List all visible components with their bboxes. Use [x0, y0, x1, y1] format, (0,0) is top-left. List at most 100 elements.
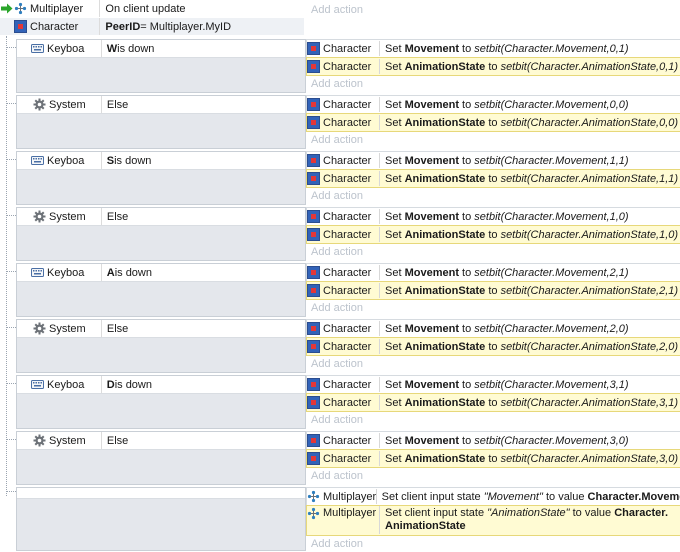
action-mid: to: [485, 116, 501, 129]
action-mid: to: [458, 210, 475, 223]
action-bold: Character.Movement: [587, 490, 680, 503]
add-action-link[interactable]: Add action: [306, 131, 680, 148]
add-action-link[interactable]: Add action: [306, 355, 680, 372]
condition-row[interactable]: Keyboard D is down: [17, 376, 305, 394]
sub-event[interactable]: System Else: [16, 319, 306, 373]
action-object: Character: [307, 115, 380, 130]
add-action-link[interactable]: Add action: [306, 535, 680, 552]
action-row[interactable]: Character Set Movement to setbit(Characte…: [306, 207, 680, 226]
action-row[interactable]: Character Set AnimationState to setbit(Ch…: [306, 169, 680, 188]
condition-bold-text: PeerID: [105, 20, 141, 33]
action-mid: to: [485, 340, 501, 353]
condition-object: System: [17, 96, 85, 113]
condition-row[interactable]: System Else: [17, 432, 305, 450]
condition-row[interactable]: Keyboard A is down: [17, 264, 305, 282]
condition-object: System: [17, 320, 85, 337]
action-object: Character: [307, 377, 380, 392]
condition-object: Keyboard: [17, 264, 85, 281]
action-object-name: Character: [323, 172, 372, 185]
tree-branch: [6, 327, 16, 328]
add-action-link[interactable]: Add action: [306, 299, 680, 316]
sub-event[interactable]: System Else: [16, 95, 306, 149]
condition-row[interactable]: System Else: [17, 320, 305, 338]
action-row[interactable]: Multiplayer Set client input state "Movem…: [306, 487, 680, 506]
add-action-link[interactable]: Add action: [306, 467, 680, 484]
condition-rest-text: is down: [114, 266, 152, 279]
action-object-name: Character: [323, 434, 372, 447]
action-text: Set AnimationState to setbit(Character.A…: [380, 397, 678, 409]
condition-row[interactable]: Keyboard W is down: [17, 40, 305, 58]
sub-event[interactable]: [16, 487, 306, 551]
action-bold: AnimationState: [404, 396, 486, 409]
action-row[interactable]: Character Set Movement to setbit(Characte…: [306, 319, 680, 338]
gear-icon: [33, 434, 46, 447]
action-row[interactable]: Character Set Movement to setbit(Characte…: [306, 39, 680, 58]
add-action-link[interactable]: Add action: [306, 1, 680, 18]
action-prefix: Set: [385, 154, 405, 167]
condition-row[interactable]: System Else: [17, 96, 305, 114]
condition-text: On client update: [99, 0, 304, 17]
condition-object-name: Multiplayer: [30, 2, 84, 15]
condition-row[interactable]: Multiplayer On client update: [0, 0, 304, 17]
action-object-name: Character: [323, 284, 372, 297]
action-text: Set Movement to setbit(Character.Movemen…: [380, 99, 629, 111]
sub-event[interactable]: Keyboard S is down: [16, 151, 306, 205]
action-text: Set Movement to setbit(Character.Movemen…: [380, 211, 629, 223]
action-row[interactable]: Character Set AnimationState to setbit(Ch…: [306, 113, 680, 132]
condition-text: Else: [100, 96, 305, 113]
action-italic: setbit(Character.AnimationState,3,1): [500, 396, 679, 409]
condition-object: System: [17, 432, 85, 449]
action-text: Set AnimationState to setbit(Character.A…: [380, 173, 678, 185]
action-row[interactable]: Multiplayer Set client input state "Anima…: [306, 505, 680, 536]
condition-row[interactable]: Character PeerID = Multiplayer.MyID: [0, 18, 304, 35]
action-prefix: Set client input state: [381, 490, 484, 503]
condition-text: PeerID = Multiplayer.MyID: [99, 18, 304, 35]
action-mid: to: [485, 396, 501, 409]
action-row[interactable]: Character Set Movement to setbit(Characte…: [306, 151, 680, 170]
sub-event[interactable]: Keyboard D is down: [16, 375, 306, 429]
condition-object-name: System: [49, 98, 85, 111]
action-row[interactable]: Character Set Movement to setbit(Characte…: [306, 95, 680, 114]
sub-event[interactable]: System Else: [16, 431, 306, 485]
character-sprite-icon: [307, 228, 320, 241]
action-object: Character: [307, 59, 380, 74]
action-prefix: Set: [385, 284, 405, 297]
action-mid: to value: [542, 490, 588, 503]
action-mid: to: [485, 284, 501, 297]
action-text: Set AnimationState to setbit(Character.A…: [380, 453, 678, 465]
sub-event[interactable]: Keyboard A is down: [16, 263, 306, 317]
action-row[interactable]: Character Set Movement to setbit(Characte…: [306, 375, 680, 394]
add-action-link[interactable]: Add action: [306, 411, 680, 428]
action-row[interactable]: Character Set AnimationState to setbit(Ch…: [306, 57, 680, 76]
action-row[interactable]: Character Set AnimationState to setbit(Ch…: [306, 281, 680, 300]
action-row[interactable]: Character Set AnimationState to setbit(Ch…: [306, 393, 680, 412]
action-row[interactable]: Character Set AnimationState to setbit(Ch…: [306, 225, 680, 244]
action-text: Set Movement to setbit(Character.Movemen…: [380, 155, 629, 167]
action-row[interactable]: Character Set Movement to setbit(Characte…: [306, 263, 680, 282]
condition-object-name: Keyboard: [47, 42, 85, 55]
tree-branch: [6, 215, 16, 216]
sub-event[interactable]: Keyboard W is down: [16, 39, 306, 93]
action-mid: to: [458, 98, 475, 111]
action-row[interactable]: Character Set Movement to setbit(Characte…: [306, 431, 680, 450]
action-bold: Movement: [404, 42, 459, 55]
add-action-link[interactable]: Add action: [306, 187, 680, 204]
condition-object-name: System: [49, 434, 85, 447]
sub-event[interactable]: System Else: [16, 207, 306, 261]
action-row[interactable]: Character Set AnimationState to setbit(Ch…: [306, 449, 680, 468]
action-row[interactable]: Character Set AnimationState to setbit(Ch…: [306, 337, 680, 356]
action-text: Set Movement to setbit(Character.Movemen…: [380, 379, 629, 391]
condition-row[interactable]: [17, 488, 305, 499]
action-italic: setbit(Character.AnimationState,0,1): [500, 60, 679, 73]
gear-icon: [33, 98, 46, 111]
action-object-name: Character: [323, 322, 372, 335]
tree-branch: [6, 491, 16, 492]
add-action-link[interactable]: Add action: [306, 75, 680, 92]
condition-row[interactable]: System Else: [17, 208, 305, 226]
action-text: Set AnimationState to setbit(Character.A…: [380, 61, 678, 73]
condition-object: Multiplayer: [14, 0, 99, 17]
action-italic: setbit(Character.Movement,0,0): [474, 98, 629, 111]
add-action-link[interactable]: Add action: [306, 243, 680, 260]
condition-row[interactable]: Keyboard S is down: [17, 152, 305, 170]
action-object-name: Character: [323, 42, 372, 55]
